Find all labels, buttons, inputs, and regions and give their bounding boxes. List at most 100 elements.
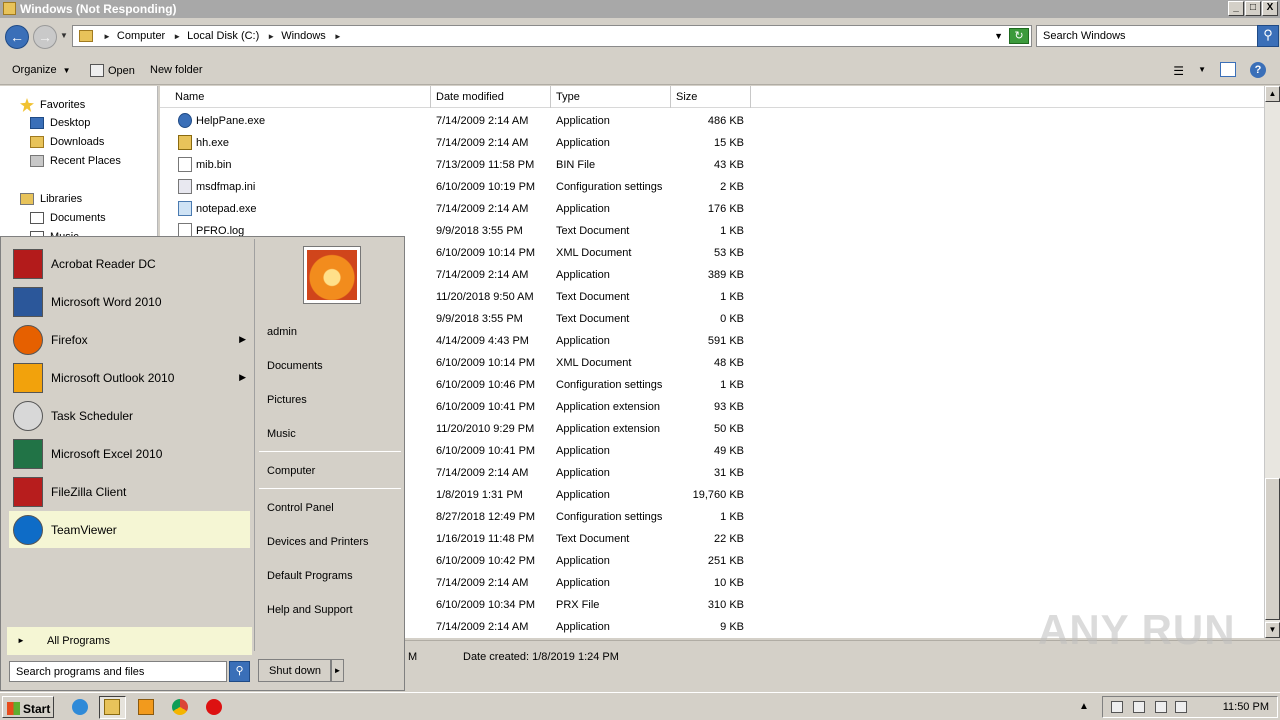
start-program-item[interactable]: FileZilla Client	[9, 473, 250, 510]
volume-icon[interactable]	[1175, 701, 1187, 713]
window-titlebar[interactable]: Windows (Not Responding) _ □ X	[0, 0, 1280, 18]
user-avatar[interactable]	[303, 246, 361, 304]
filezilla-icon	[13, 476, 43, 507]
chevron-right-icon[interactable]: ►	[173, 32, 181, 41]
address-bar[interactable]: ► Computer ► Local Disk (C:) ► Windows ►…	[72, 25, 1032, 47]
forward-button[interactable]: →	[33, 25, 57, 49]
close-button[interactable]: X	[1262, 1, 1278, 16]
start-link-computer[interactable]: Computer	[267, 465, 315, 477]
folder-icon	[79, 30, 93, 42]
start-program-item[interactable]: Microsoft Outlook 2010 ▶	[9, 359, 250, 396]
star-icon	[20, 98, 34, 112]
internet-explorer-icon[interactable]	[72, 699, 88, 715]
file-icon	[178, 157, 192, 172]
start-link-music[interactable]: Music	[267, 428, 296, 440]
search-icon[interactable]: ⚲	[229, 661, 250, 682]
address-history-dropdown-icon[interactable]: ▼	[994, 31, 1003, 41]
start-button[interactable]: Start	[2, 696, 54, 718]
stop-icon[interactable]	[206, 699, 222, 715]
file-type: Text Document	[556, 313, 630, 325]
file-date-modified: 9/9/2018 3:55 PM	[436, 225, 523, 237]
start-program-item[interactable]: Firefox ▶	[9, 321, 250, 358]
start-link-help-support[interactable]: Help and Support	[267, 604, 353, 616]
column-header-type[interactable]: Type	[551, 86, 671, 108]
file-size: 591 KB	[707, 335, 744, 347]
refresh-icon[interactable]: ↻	[1009, 28, 1029, 44]
nav-downloads-label: Downloads	[50, 136, 105, 148]
media-player-icon[interactable]	[138, 699, 154, 715]
start-label: Start	[23, 701, 51, 716]
chevron-right-icon[interactable]: ►	[334, 32, 342, 41]
start-program-label: Firefox	[51, 332, 88, 347]
all-programs-button[interactable]: ► All Programs	[7, 627, 252, 655]
open-button[interactable]: Open	[90, 64, 135, 77]
start-program-item[interactable]: Microsoft Excel 2010	[9, 435, 250, 472]
chrome-icon[interactable]	[172, 699, 188, 715]
file-row[interactable]: msdfmap.ini 6/10/2009 10:19 PM Configurati…	[160, 174, 760, 196]
start-program-item[interactable]: Acrobat Reader DC	[9, 245, 250, 282]
show-hidden-icons-icon[interactable]: ▲	[1079, 701, 1089, 712]
views-icon[interactable]: ☰	[1173, 64, 1184, 78]
back-button[interactable]: ←	[5, 25, 29, 49]
file-size: 93 KB	[714, 401, 744, 413]
nav-libraries-label: Libraries	[40, 193, 83, 205]
start-link-default-programs[interactable]: Default Programs	[267, 570, 353, 582]
chevron-right-icon[interactable]: ►	[267, 32, 275, 41]
vertical-scrollbar[interactable]: ▲ ▼	[1264, 86, 1280, 638]
start-program-item[interactable]: Microsoft Word 2010	[9, 283, 250, 320]
nav-desktop-label: Desktop	[50, 117, 91, 129]
maximize-button[interactable]: □	[1245, 1, 1261, 16]
file-row[interactable]: hh.exe 7/14/2009 2:14 AM Application 15 KB	[160, 130, 760, 152]
new-folder-button[interactable]: New folder	[150, 64, 203, 76]
organize-button[interactable]: Organize ▼	[12, 64, 71, 76]
file-row[interactable]: HelpPane.exe 7/14/2009 2:14 AM Application…	[160, 108, 760, 130]
nav-favorites[interactable]: Favorites	[20, 98, 85, 112]
help-icon[interactable]: ?	[1250, 62, 1266, 78]
clock[interactable]: 11:50 PM	[1223, 701, 1269, 713]
file-date-modified: 6/10/2009 10:14 PM	[436, 357, 536, 369]
file-date-modified: 4/14/2009 4:43 PM	[436, 335, 529, 347]
column-header-date-modified[interactable]: Date modified	[431, 86, 551, 108]
chevron-down-icon[interactable]: ▼	[1198, 65, 1206, 74]
file-row[interactable]: mib.bin 7/13/2009 11:58 PM BIN File 43 KB	[160, 152, 760, 174]
search-input[interactable]: Search Windows	[1036, 25, 1258, 47]
nav-downloads[interactable]: Downloads	[30, 136, 104, 148]
start-link-admin[interactable]: admin	[267, 326, 297, 338]
chevron-right-icon[interactable]: ►	[103, 32, 111, 41]
start-link-documents[interactable]: Documents	[267, 360, 323, 372]
start-search-input[interactable]: Search programs and files	[9, 661, 227, 682]
scrollbar-thumb[interactable]	[1265, 478, 1280, 620]
column-header-size[interactable]: Size	[671, 86, 751, 108]
file-row[interactable]: notepad.exe 7/14/2009 2:14 AM Application 1…	[160, 196, 760, 218]
start-link-devices-printers[interactable]: Devices and Printers	[267, 536, 369, 548]
column-header-name[interactable]: Name	[160, 86, 431, 108]
nav-documents[interactable]: Documents	[30, 212, 106, 224]
network-icon[interactable]	[1133, 701, 1145, 713]
shutdown-options-icon[interactable]: ►	[331, 659, 344, 682]
scroll-up-icon[interactable]: ▲	[1265, 86, 1280, 102]
nav-libraries[interactable]: Libraries	[20, 193, 82, 205]
flag-icon[interactable]	[1111, 701, 1123, 713]
file-size: 176 KB	[707, 203, 744, 215]
start-program-item[interactable]: Task Scheduler	[9, 397, 250, 434]
nav-recent-places[interactable]: Recent Places	[30, 155, 121, 167]
nav-desktop[interactable]: Desktop	[30, 117, 90, 129]
start-program-item[interactable]: TeamViewer	[9, 511, 250, 548]
scroll-down-icon[interactable]: ▼	[1265, 622, 1280, 638]
display-icon[interactable]	[1155, 701, 1167, 713]
preview-pane-icon[interactable]	[1220, 62, 1236, 77]
file-type: Configuration settings	[556, 511, 663, 523]
shutdown-button[interactable]: Shut down	[258, 659, 331, 682]
breadcrumb-local-disk[interactable]: Local Disk (C:)	[187, 30, 259, 42]
explorer-icon[interactable]	[104, 699, 120, 715]
minimize-button[interactable]: _	[1228, 1, 1244, 16]
file-size: 43 KB	[714, 159, 744, 171]
nav-documents-label: Documents	[50, 212, 106, 224]
start-link-pictures[interactable]: Pictures	[267, 394, 307, 406]
start-link-control-panel[interactable]: Control Panel	[267, 502, 334, 514]
breadcrumb-windows[interactable]: Windows	[281, 30, 326, 42]
recent-pages-dropdown-icon[interactable]: ▼	[60, 31, 68, 40]
search-icon[interactable]: ⚲	[1257, 25, 1279, 47]
breadcrumb-computer[interactable]: Computer	[117, 30, 165, 42]
file-size: 49 KB	[714, 445, 744, 457]
